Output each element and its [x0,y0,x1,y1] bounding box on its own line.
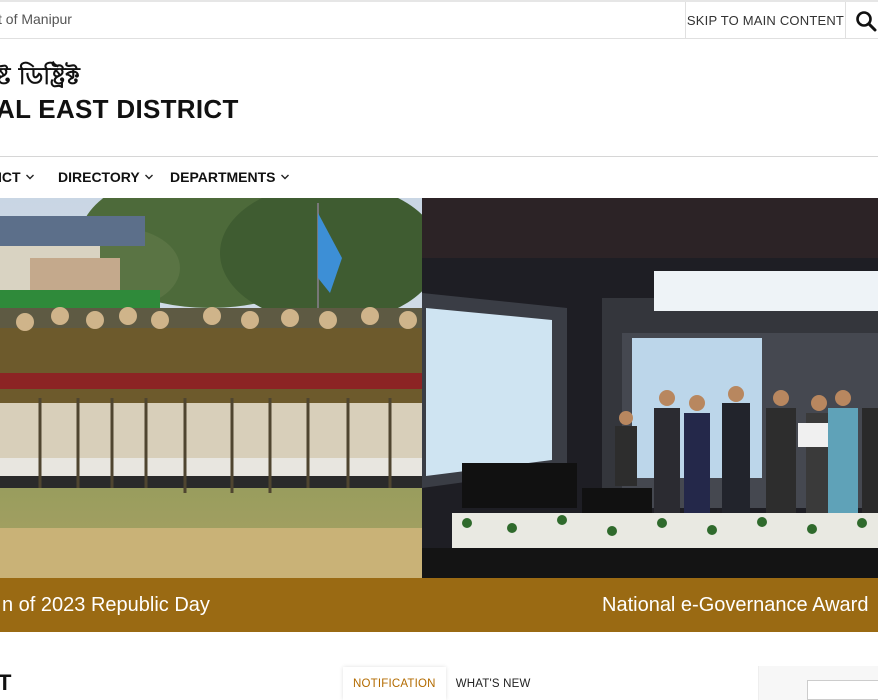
slide-image-parade [0,198,422,632]
slide-caption: National e-Governance Award [422,578,878,632]
search-button[interactable] [846,2,878,39]
skip-to-main-content-link[interactable]: SKIP TO MAIN CONTENT [685,2,846,39]
side-panel-image [807,680,878,700]
notification-tabs: NOTIFICATION WHAT'S NEW [343,667,541,700]
nav-item-departments[interactable]: DEPARTMENTS [170,169,290,185]
site-title-bengali: ষ্ট ডিষ্ট্রিক্ট [0,62,80,90]
chevron-down-icon [144,174,153,180]
search-icon [856,10,877,31]
nav-item-label: DIRECTORY [58,169,140,185]
main-navigation: ICT DIRECTORY DEPARTMENTS [0,156,878,198]
tab-whats-new[interactable]: WHAT'S NEW [446,667,541,700]
chevron-down-icon [25,174,34,180]
nav-item-label: ICT [0,169,21,185]
slide-image-award-ceremony [422,198,878,632]
slide-republic-day[interactable]: n of 2023 Republic Day [0,198,422,632]
government-link[interactable]: t of Manipur [0,11,72,27]
nav-item-label: DEPARTMENTS [170,169,276,185]
tab-notification[interactable]: NOTIFICATION [343,667,446,700]
nav-item-district[interactable]: ICT [0,169,35,185]
slide-caption: n of 2023 Republic Day [0,578,422,632]
top-utility-bar: t of Manipur SKIP TO MAIN CONTENT [0,0,878,39]
section-title: T [0,670,12,695]
chevron-down-icon [280,174,289,180]
side-panel [758,666,878,700]
slide-egovernance-award[interactable]: National e-Governance Award [422,198,878,632]
nav-item-directory[interactable]: DIRECTORY [58,169,154,185]
site-title-english: AL EAST DISTRICT [0,94,239,124]
